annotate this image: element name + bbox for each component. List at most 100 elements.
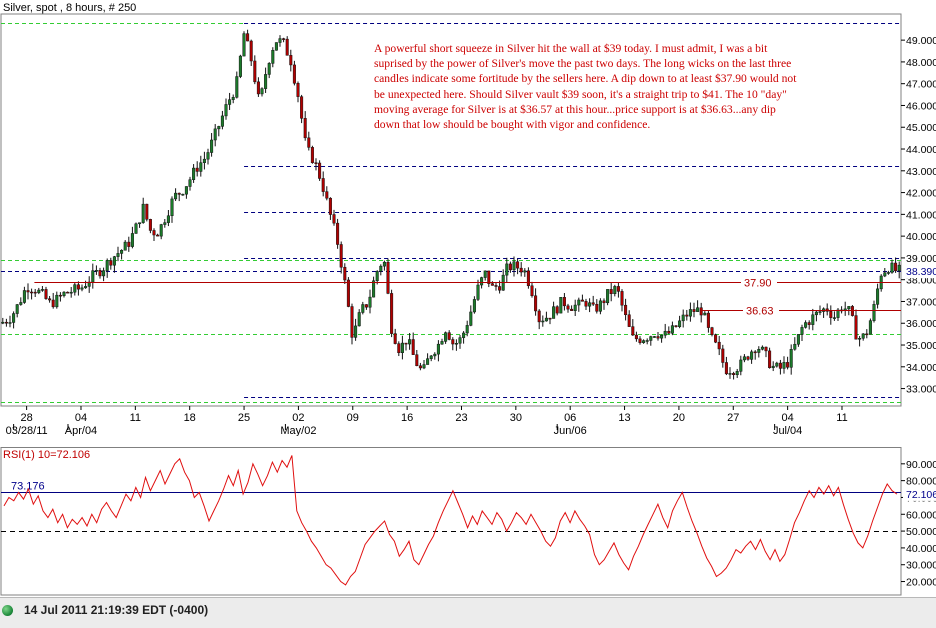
- candle-body: [328, 197, 332, 215]
- candle-body: [184, 186, 188, 195]
- candle-body: [721, 348, 725, 363]
- x-tick-label: 28: [21, 412, 33, 424]
- y-tick-label: 37.000: [906, 296, 936, 308]
- candle-body: [696, 307, 700, 312]
- candle-body: [310, 147, 314, 163]
- annotation-text: A powerful short squeeze in Silver hit t…: [374, 42, 797, 132]
- candle-body: [62, 291, 66, 297]
- candle-body: [346, 279, 350, 307]
- y-tick-label: 33.000: [906, 384, 936, 396]
- candle-body: [462, 332, 466, 338]
- rsi-chart: RSI(1) 10=72.10673.17620.00030.00040.000…: [0, 447, 936, 596]
- candle-body: [847, 306, 851, 310]
- candle-body: [724, 362, 728, 375]
- candle-body: [177, 192, 181, 195]
- candle-body: [789, 349, 793, 368]
- y-tick-label: 45.000: [906, 122, 936, 134]
- candle-body: [757, 348, 761, 353]
- x-tick-label: 02: [292, 412, 304, 424]
- y-tick-label: 43.000: [906, 166, 936, 178]
- candle-body: [166, 215, 170, 223]
- candle-body: [242, 33, 246, 57]
- candle-body: [170, 198, 174, 217]
- candle-body: [386, 261, 390, 294]
- candle-body: [674, 325, 678, 327]
- candle-body: [300, 96, 304, 119]
- status-bar: 14 Jul 2011 21:19:39 EDT (-0400): [0, 597, 936, 628]
- candle-body: [192, 167, 196, 180]
- candle-body: [105, 260, 109, 271]
- y-tick-label: 39.000: [906, 253, 936, 265]
- y-tick-label: 46.000: [906, 100, 936, 112]
- candle-body: [876, 288, 880, 305]
- candle-body: [66, 291, 70, 294]
- candle-body: [361, 304, 365, 313]
- candle-body: [584, 301, 588, 307]
- candle-body: [318, 162, 322, 179]
- candle-body: [415, 354, 419, 367]
- candle-body: [292, 64, 296, 84]
- candle-body: [22, 290, 26, 303]
- x-tick-label: 11: [130, 412, 141, 424]
- candle-body: [58, 294, 62, 297]
- candle-body: [667, 330, 671, 334]
- candle-body: [94, 270, 98, 272]
- candle-body: [195, 167, 199, 172]
- candle-body: [422, 364, 426, 369]
- candle-body: [188, 179, 192, 187]
- candle-body: [8, 322, 12, 324]
- candle-body: [26, 290, 30, 293]
- candle-body: [616, 286, 620, 292]
- candle-body: [613, 286, 617, 295]
- candle-body: [332, 214, 336, 224]
- x-tick-label: 16: [401, 412, 413, 424]
- candle-body: [656, 336, 660, 339]
- price-level-label: 36.63: [746, 306, 774, 318]
- x-tick-label: 18: [184, 412, 196, 424]
- candle-body: [375, 271, 379, 282]
- rsi-y-tick-label: 20.000: [906, 577, 936, 589]
- candle-body: [444, 332, 448, 342]
- candle-body: [249, 40, 253, 62]
- candle-body: [872, 304, 876, 321]
- candle-body: [163, 222, 167, 225]
- candle-body: [404, 342, 408, 345]
- candle-body: [796, 334, 800, 345]
- candle-body: [782, 362, 786, 369]
- candle-body: [296, 83, 300, 97]
- candle-body: [894, 262, 898, 272]
- x-tick-label: 13: [618, 412, 630, 424]
- candle-body: [631, 326, 635, 336]
- candle-body: [476, 284, 480, 300]
- candle-body: [764, 346, 768, 352]
- candle-body: [681, 314, 685, 322]
- candle-body: [706, 312, 710, 328]
- rsi-title: RSI(1) 10=72.106: [3, 449, 90, 461]
- candle-body: [69, 291, 73, 294]
- candle-body: [159, 224, 163, 237]
- candle-body: [670, 325, 674, 334]
- rsi-frame: [0, 447, 902, 596]
- rsi-last-label: 72.106: [906, 489, 936, 501]
- candle-body: [526, 270, 530, 287]
- candle-body: [411, 339, 415, 355]
- candle-body: [264, 74, 268, 89]
- candle-body: [490, 283, 494, 286]
- y-tick-label: 36.000: [906, 318, 936, 330]
- candle-body: [51, 299, 55, 308]
- candle-body: [739, 359, 743, 372]
- candle-body: [130, 233, 134, 247]
- candle-body: [33, 291, 37, 294]
- candle-body: [703, 312, 707, 316]
- candle-body: [865, 333, 869, 336]
- candle-body: [19, 302, 23, 305]
- candle-body: [512, 261, 516, 271]
- candle-body: [393, 333, 397, 344]
- candle-body: [811, 314, 815, 325]
- candle-body: [897, 264, 901, 272]
- candle-body: [487, 270, 491, 284]
- candle-body: [285, 38, 289, 56]
- y-tick-label: 34.000: [906, 362, 936, 374]
- candle-body: [350, 306, 354, 338]
- x-major-label: Apr/04: [65, 425, 97, 436]
